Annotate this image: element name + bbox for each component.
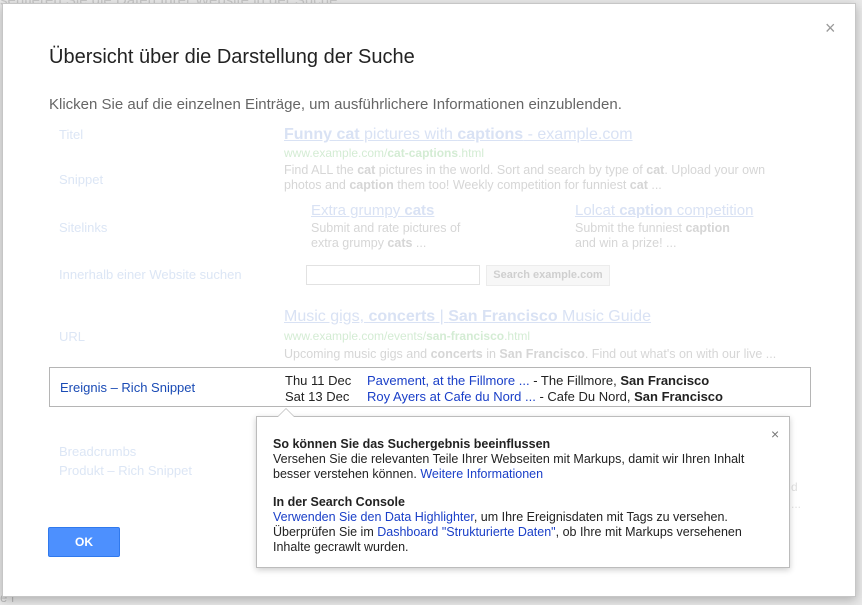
label-event[interactable]: Ereignis – Rich Snippet: [60, 380, 195, 395]
popup-text-2: , um Ihre Ereignisdaten mit Tags zu vers…: [473, 510, 728, 524]
close-icon[interactable]: ×: [825, 18, 836, 39]
sitelink-left-title: Extra grumpy cats: [311, 202, 435, 219]
popup-heading-2: In der Search Console: [273, 495, 405, 509]
event-item: Thu 11 Dec Pavement, at the Fillmore ... …: [285, 373, 709, 388]
hidden-text: ...: [791, 497, 802, 511]
ok-button[interactable]: OK: [48, 527, 120, 557]
sitelink-right-desc: Submit the funniest caption and win a pr…: [575, 221, 730, 250]
event-item: Sat 13 Dec Roy Ayers at Cafe du Nord ... …: [285, 389, 723, 404]
hidden-text: d: [791, 480, 798, 494]
event-venue: - The Fillmore,: [529, 373, 621, 388]
data-highlighter-link[interactable]: Verwenden Sie den Data Highlighter: [273, 510, 474, 524]
event-date: Sat 13 Dec: [285, 389, 350, 404]
event-city: San Francisco: [620, 373, 710, 388]
result2-title: Music gigs, concerts | San Francisco Mus…: [284, 308, 651, 325]
label-titel[interactable]: Titel: [59, 127, 83, 142]
label-snippet[interactable]: Snippet: [59, 172, 103, 187]
sitelink-right-title: Lolcat caption competition: [575, 202, 754, 219]
event-rich-snippet-row[interactable]: Ereignis – Rich Snippet Thu 11 Dec Paveme…: [49, 367, 811, 407]
info-popup: × So können Sie das Suchergebnis beeinfl…: [256, 408, 790, 568]
result2-snippet: Upcoming music gigs and concerts in San …: [284, 347, 777, 361]
result2-url: www.example.com/events/san-francisco.htm…: [284, 329, 531, 343]
event-date: Thu 11 Dec: [285, 373, 352, 388]
result1-url: www.example.com/cat-captions.html: [284, 146, 485, 160]
popup-heading-1: So können Sie das Suchergebnis beeinflus…: [273, 437, 551, 451]
dialog-subtitle: Klicken Sie auf die einzelnen Einträge, …: [49, 96, 622, 113]
label-url[interactable]: URL: [59, 329, 85, 344]
dialog-title: Übersicht über die Darstellung der Suche: [49, 46, 415, 68]
event-link[interactable]: Pavement, at the Fillmore ...: [367, 373, 530, 388]
structured-data-dashboard-link[interactable]: Dashboard "Strukturierte Daten": [377, 525, 555, 539]
popup-text-3: Überprüfen Sie im: [273, 525, 378, 539]
site-search-button: Search example.com: [486, 265, 610, 286]
popup-arrow: [277, 408, 295, 417]
sitelink-left-desc: Submit and rate pictures of extra grumpy…: [311, 221, 461, 250]
event-link[interactable]: Roy Ayers at Cafe du Nord ...: [367, 389, 536, 404]
label-sitelinks[interactable]: Sitelinks: [59, 220, 107, 235]
popup-section-2: In der Search Console Verwenden Sie den …: [273, 495, 773, 555]
learn-more-link[interactable]: Weitere Informationen: [420, 467, 543, 481]
result1-snippet: Find ALL the cat pictures in the world. …: [284, 163, 766, 192]
result1-title: Funny cat pictures with captions - examp…: [284, 126, 633, 143]
label-breadcrumbs[interactable]: Breadcrumbs: [59, 444, 136, 459]
site-search-input: [306, 265, 480, 285]
search-appearance-dialog: × Übersicht über die Darstellung der Suc…: [2, 3, 856, 597]
event-city: San Francisco: [634, 389, 723, 404]
label-product[interactable]: Produkt – Rich Snippet: [59, 463, 192, 478]
label-site-search[interactable]: Innerhalb einer Website suchen: [59, 267, 242, 282]
event-venue: - Cafe Du Nord,: [535, 389, 635, 404]
popup-section-1: So können Sie das Suchergebnis beeinflus…: [273, 437, 773, 482]
